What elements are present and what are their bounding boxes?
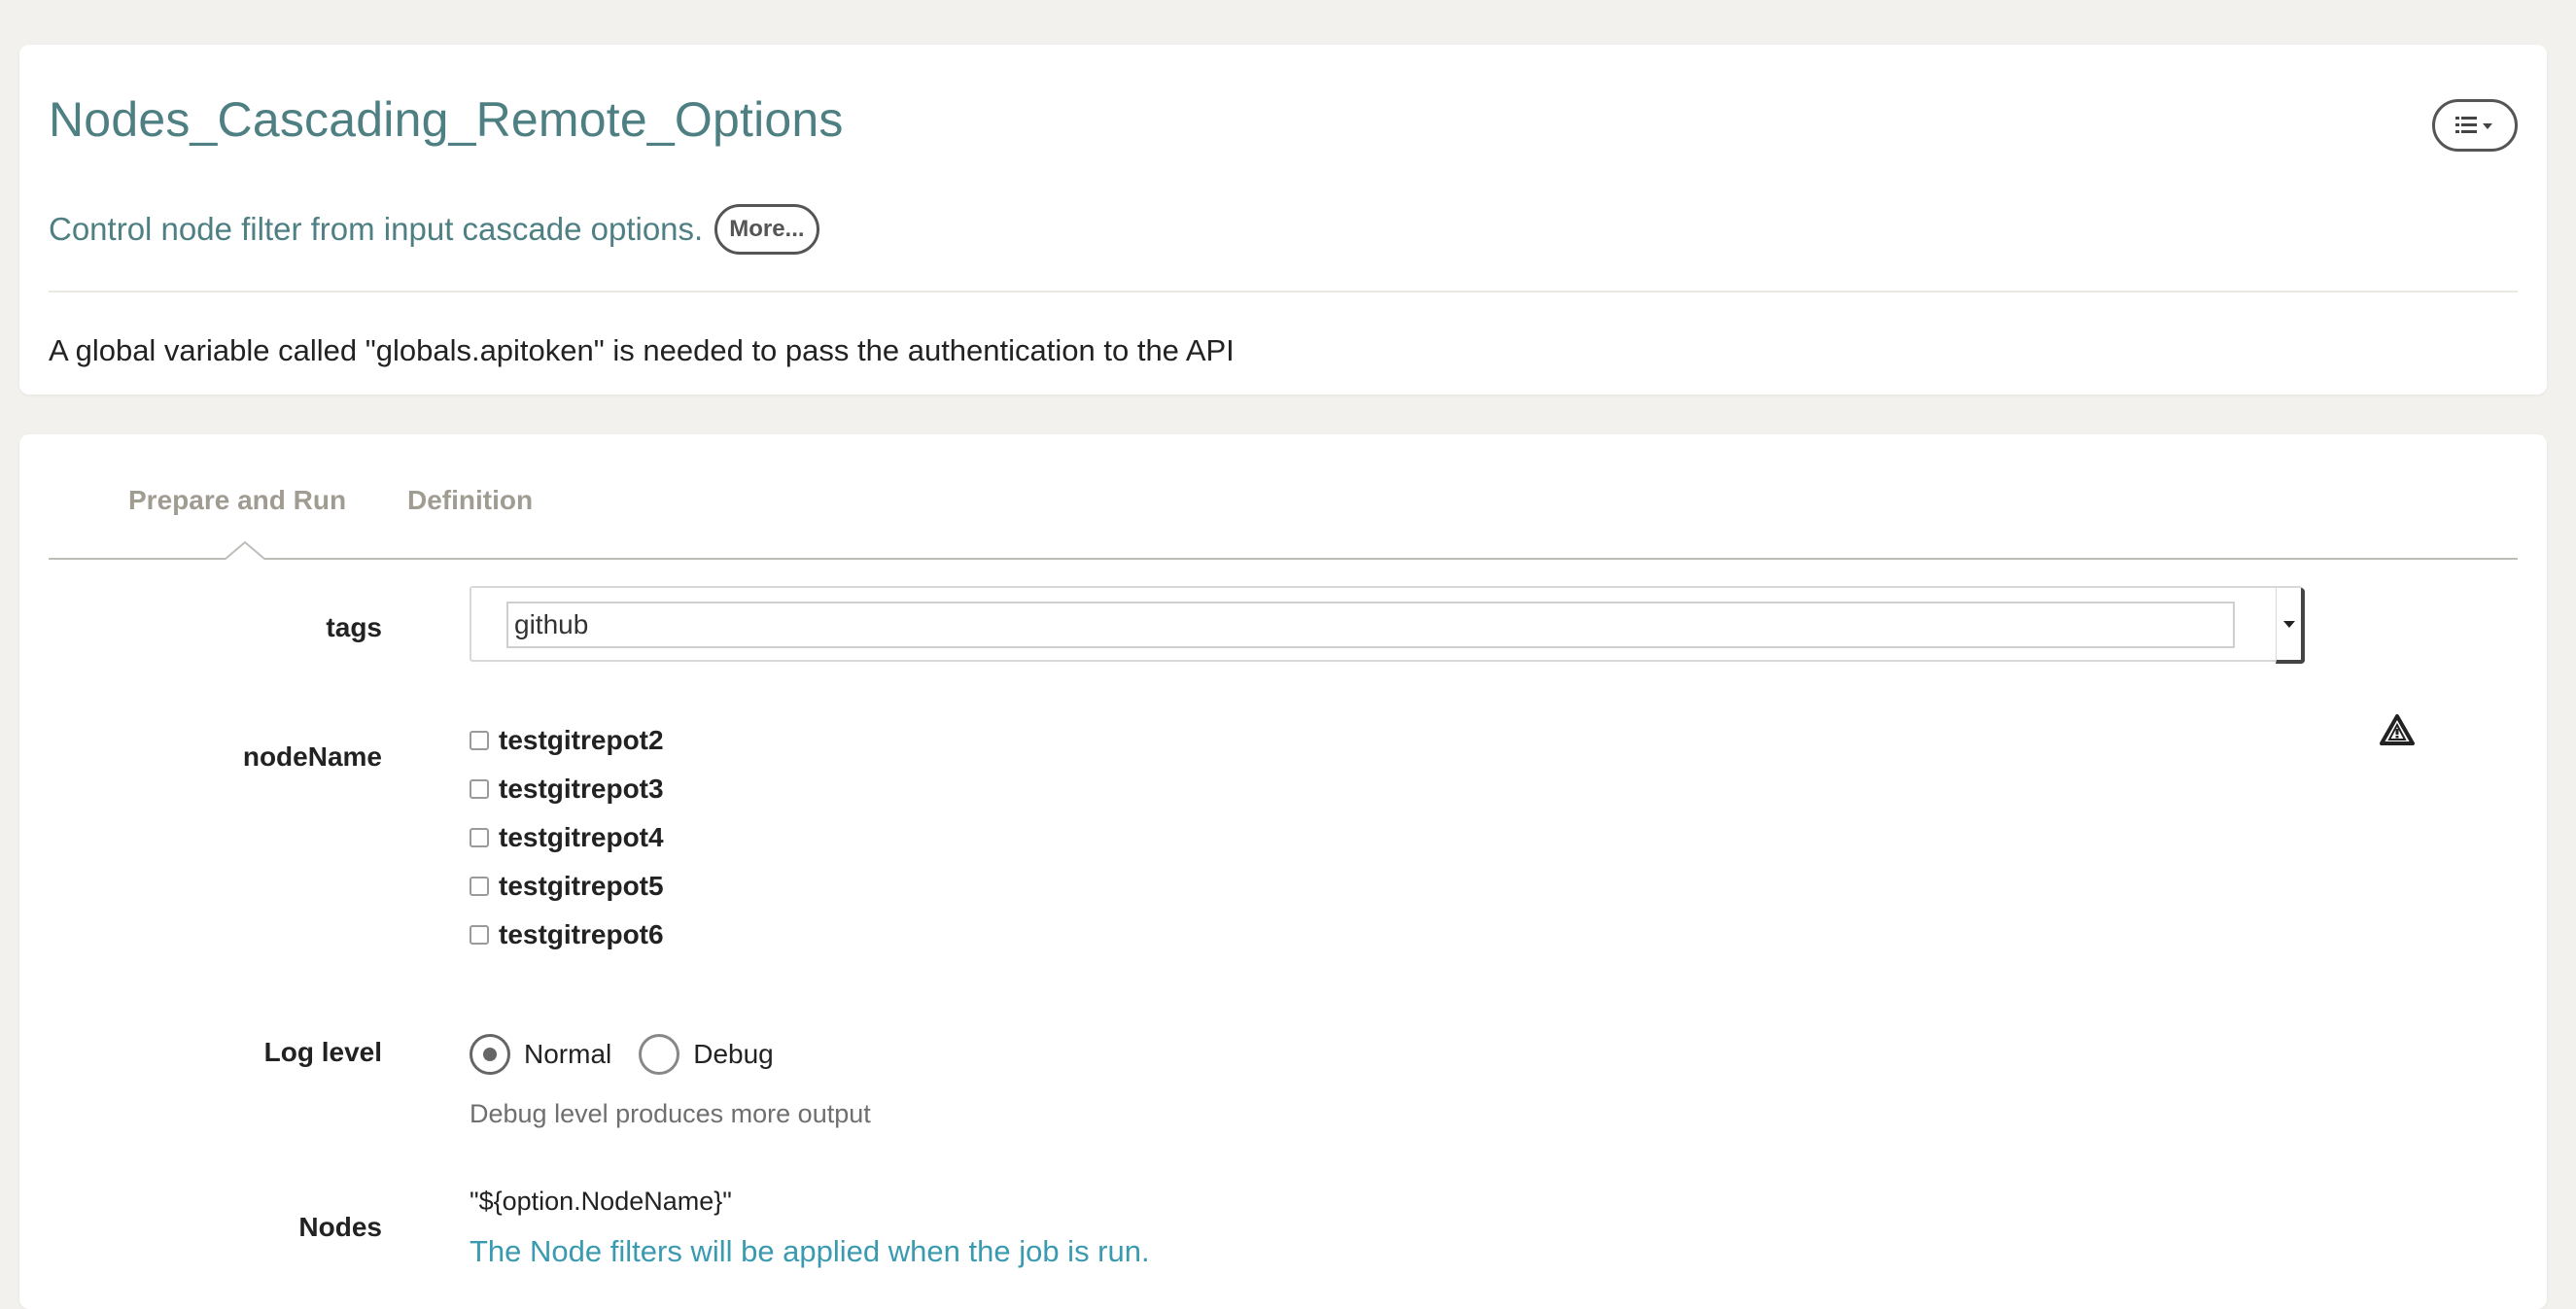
nodename-checkbox-list: testgitrepot2 testgitrepot3 testgitrepot… <box>470 716 664 959</box>
nodename-option[interactable]: testgitrepot2 <box>470 716 664 765</box>
job-description-text: Control node filter from input cascade o… <box>49 211 704 247</box>
caret-down-icon <box>2282 620 2295 628</box>
checkbox[interactable] <box>470 925 489 945</box>
tab-definition[interactable]: Definition <box>407 485 533 516</box>
nodename-option-label: testgitrepot2 <box>499 725 664 755</box>
nodename-option[interactable]: testgitrepot5 <box>470 862 664 911</box>
radio-button[interactable] <box>639 1034 680 1075</box>
checkbox[interactable] <box>470 779 489 799</box>
nodename-option[interactable]: testgitrepot3 <box>470 765 664 813</box>
job-actions-menu-button[interactable] <box>2432 99 2518 152</box>
warning-icon <box>2380 714 2415 745</box>
nodes-label: Nodes <box>298 1212 382 1242</box>
node-filter-note: The Node filters will be applied when th… <box>470 1234 1150 1268</box>
nodename-option[interactable]: testgitrepot6 <box>470 911 664 959</box>
active-tab-caret <box>226 540 264 560</box>
log-level-radio-group: Normal Debug <box>470 1034 801 1075</box>
log-level-normal-option[interactable]: Normal <box>470 1034 611 1075</box>
chevron-down-icon <box>2483 123 2492 129</box>
nodename-option[interactable]: testgitrepot4 <box>470 813 664 862</box>
tab-bar: Prepare and Run Definition <box>49 434 2518 560</box>
more-button[interactable]: More... <box>714 204 819 255</box>
job-header-card: Nodes_Cascading_Remote_Options Control n… <box>19 45 2547 395</box>
log-level-label: Log level <box>263 1037 382 1067</box>
global-variable-note: A global variable called "globals.apitok… <box>49 333 1235 367</box>
tab-prepare-and-run[interactable]: Prepare and Run <box>128 485 346 516</box>
radio-button[interactable] <box>470 1034 510 1075</box>
list-icon <box>2455 117 2492 133</box>
radio-label: Normal <box>524 1039 612 1069</box>
checkbox[interactable] <box>470 877 489 896</box>
log-level-debug-option[interactable]: Debug <box>639 1034 774 1075</box>
header-divider <box>49 291 2518 293</box>
radio-label: Debug <box>693 1039 774 1069</box>
node-filter-expression: "${option.NodeName}" <box>470 1187 732 1216</box>
checkbox[interactable] <box>470 828 489 847</box>
job-title: Nodes_Cascading_Remote_Options <box>49 92 844 147</box>
tags-input[interactable] <box>506 602 2235 648</box>
nodename-option-label: testgitrepot6 <box>499 919 664 949</box>
nodename-option-label: testgitrepot5 <box>499 871 664 901</box>
tags-label: tags <box>326 612 382 642</box>
job-description: Control node filter from input cascade o… <box>49 204 819 255</box>
nodename-option-label: testgitrepot3 <box>499 774 664 804</box>
log-level-help-text: Debug level produces more output <box>470 1099 871 1128</box>
nodename-option-label: testgitrepot4 <box>499 822 664 852</box>
checkbox[interactable] <box>470 731 489 750</box>
nodename-label: nodeName <box>242 741 382 772</box>
job-run-card: Prepare and Run Definition tags nodeName… <box>19 434 2547 1309</box>
tags-select <box>470 586 2305 664</box>
tags-dropdown-toggle[interactable] <box>2276 588 2305 664</box>
